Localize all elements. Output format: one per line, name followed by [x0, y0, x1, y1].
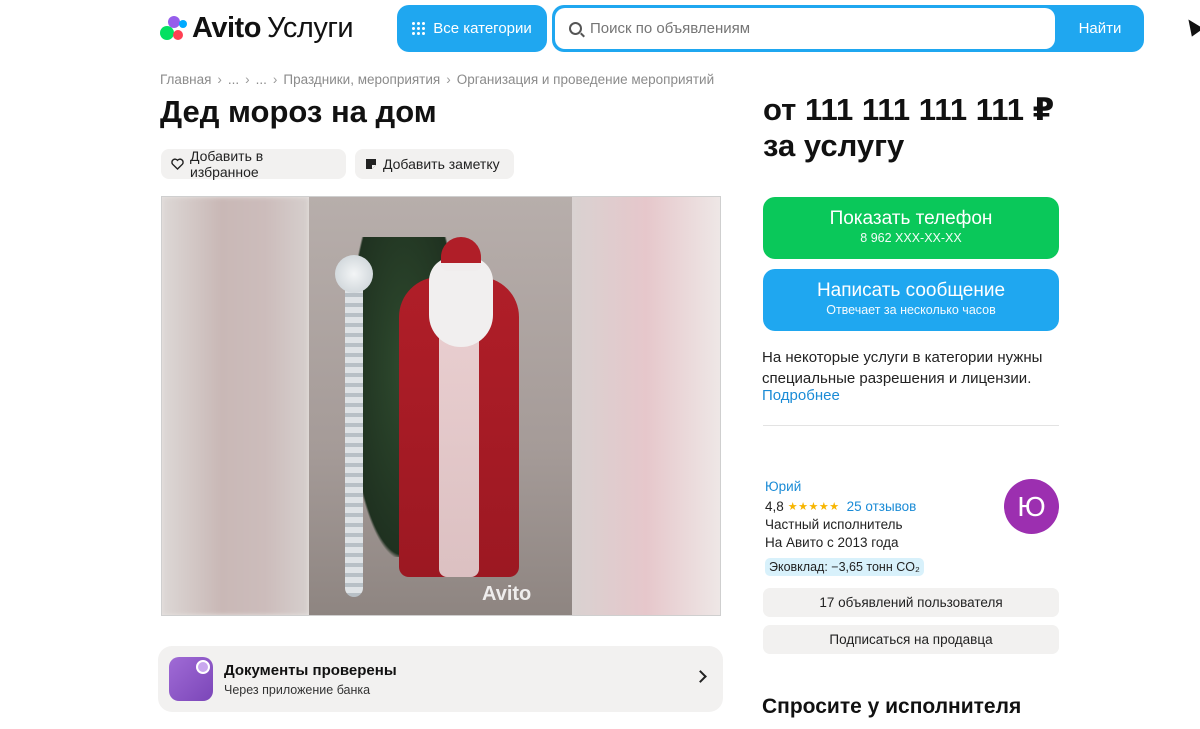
logo-brand: Avito: [192, 11, 261, 44]
chevron-right-icon: [694, 670, 707, 683]
add-favorite-label: Добавить в избранное: [190, 148, 264, 180]
add-favorite-button[interactable]: Добавить в избранное: [161, 148, 346, 180]
seller-rating: 4,8 ★★★★★ 25 отзывов: [765, 499, 916, 514]
santa-staff: [345, 267, 363, 597]
listing-photo[interactable]: Avito: [161, 196, 721, 616]
write-message-button[interactable]: Написать сообщение Отвечает за несколько…: [763, 269, 1059, 331]
photo-main: [309, 197, 573, 615]
seller-listings-button[interactable]: 17 объявлений пользователя: [763, 588, 1059, 617]
documents-verified-card[interactable]: Документы проверены Через приложение бан…: [158, 646, 723, 712]
show-phone-button[interactable]: Показать телефон 8 962 XXX-XX-XX: [763, 197, 1059, 259]
documents-verified-subtitle: Через приложение банка: [224, 683, 371, 697]
breadcrumb-separator: ›: [245, 72, 250, 87]
note-icon: [365, 158, 377, 170]
breadcrumb-separator: ›: [217, 72, 222, 87]
star-icons: ★★★★★: [787, 501, 840, 513]
add-note-button[interactable]: Добавить заметку: [355, 149, 514, 179]
eco-badge[interactable]: Эковклад: −3,65 тонн CO₂: [765, 558, 924, 576]
search-button[interactable]: Найти: [1056, 5, 1144, 52]
write-message-label: Написать сообщение: [816, 280, 1006, 301]
breadcrumb-home[interactable]: Главная: [160, 72, 211, 87]
all-categories-label: Все категории: [433, 20, 532, 37]
avito-logo-icon: [160, 14, 188, 42]
logo-service: Услуги: [266, 11, 354, 44]
breadcrumb-separator: ›: [446, 72, 451, 87]
mouse-cursor-icon: [1182, 15, 1200, 37]
search-bar: Найти: [552, 5, 1144, 52]
documents-verified-title: Документы проверены: [224, 662, 397, 679]
santa-coat-trim: [439, 307, 479, 577]
add-note-label: Добавить заметку: [383, 156, 500, 172]
breadcrumb-separator: ›: [272, 72, 278, 87]
search-input[interactable]: [590, 20, 1030, 37]
photo-watermark: Avito: [482, 583, 532, 605]
breadcrumb-collapsed-2[interactable]: ...: [256, 72, 267, 87]
breadcrumb: Главная › ... › ... › Праздники, меропри…: [160, 72, 714, 87]
document-check-icon: [169, 657, 213, 701]
avatar[interactable]: Ю: [1004, 479, 1059, 534]
avito-logo[interactable]: Avito Услуги: [160, 11, 354, 45]
logo-text: Avito Услуги: [192, 11, 354, 45]
search-field[interactable]: [555, 8, 1055, 49]
santa-staff-top: [335, 255, 373, 293]
heart-icon: [171, 158, 184, 170]
all-categories-button[interactable]: Все категории: [397, 5, 547, 52]
santa-hat: [441, 237, 481, 271]
breadcrumb-event-organization[interactable]: Организация и проведение мероприятий: [457, 72, 714, 87]
seller-type: Частный исполнитель: [765, 517, 903, 532]
more-info-link[interactable]: Подробнее: [762, 387, 840, 404]
license-notice: На некоторые услуги в категории нужны сп…: [762, 349, 1043, 387]
response-time: Отвечает за несколько часов: [826, 303, 996, 317]
search-icon: [569, 22, 582, 35]
listing-title: Дед мороз на дом: [160, 94, 437, 129]
seller-name[interactable]: Юрий: [765, 479, 801, 494]
show-phone-label: Показать телефон: [829, 208, 993, 229]
divider: [763, 425, 1059, 426]
phone-number: 8 962 XXX-XX-XX: [860, 231, 962, 245]
breadcrumb-holidays[interactable]: Праздники, мероприятия: [283, 72, 440, 87]
seller-since: На Авито с 2013 года: [765, 535, 899, 550]
grid-icon: [412, 22, 426, 35]
photo-blur-left: [162, 197, 309, 615]
photo-blur-right: [572, 197, 720, 615]
rating-value: 4,8: [765, 499, 784, 514]
breadcrumb-collapsed-1[interactable]: ...: [228, 72, 239, 87]
reviews-link[interactable]: 25 отзывов: [847, 499, 917, 514]
subscribe-seller-button[interactable]: Подписаться на продавца: [763, 625, 1059, 654]
price: от 111 111 111 111 ₽ за услугу: [763, 92, 1054, 164]
price-amount: от 111 111 111 111 ₽: [763, 92, 1055, 127]
ask-performer-heading: Спросите у исполнителя: [762, 695, 1022, 718]
price-unit: за услугу: [763, 128, 905, 163]
